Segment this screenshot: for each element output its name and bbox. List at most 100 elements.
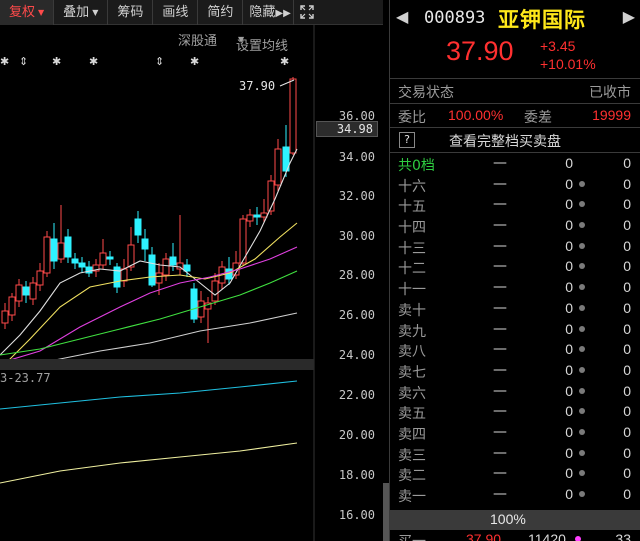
level-price: — [493, 196, 507, 213]
level-label: 十三 [398, 240, 426, 257]
level-price: — [493, 320, 507, 337]
order-book-row[interactable]: 卖九 — 0 0 [390, 319, 640, 340]
yincang-label: 隐藏 [249, 5, 276, 20]
order-book-row[interactable]: 卖七 — 0 0 [390, 360, 640, 381]
last-price: 37.90 [446, 36, 514, 66]
order-book-row[interactable]: 十五 — 0 0 [390, 194, 640, 215]
level-label: 卖三 [398, 447, 426, 464]
candle-body [120, 268, 128, 282]
trade-status-value: 已收市 [589, 85, 631, 101]
stock-code: 000893 [424, 8, 486, 28]
indicator-dot [579, 304, 585, 311]
full-order-book-button[interactable]: ? 查看完整档买卖盘 [390, 128, 640, 152]
level-volume: 0 [565, 465, 573, 482]
info-marker[interactable]: ⇕ [19, 55, 28, 68]
candle-body [106, 256, 114, 260]
level-volume: 0 [565, 341, 573, 358]
level-price: — [493, 279, 507, 296]
order-book-row[interactable]: 十一 — 0 0 [390, 277, 640, 298]
info-marker[interactable]: ✱ [0, 55, 9, 68]
order-book-row[interactable]: 卖一 — 0 0 [390, 484, 640, 505]
level-volume-2: 0 [623, 155, 631, 171]
y-tick-label: 16.00 [338, 508, 375, 522]
indicator-dot [579, 346, 585, 353]
info-marker[interactable]: ✱ [89, 55, 98, 68]
order-book-row[interactable]: 卖四 — 0 0 [390, 422, 640, 443]
level-volume: 0 [565, 361, 573, 378]
level-price: — [493, 444, 507, 461]
order-book-row[interactable]: 十三 — 0 0 [390, 236, 640, 257]
level-label: 卖八 [398, 344, 426, 361]
y-tick-label: 30.00 [338, 229, 375, 243]
weibi-value: 100.00% [448, 107, 504, 123]
level-volume-2: 0 [623, 320, 631, 337]
kline-chart-pane[interactable]: 复权 ▼ 叠加 ▼ 筹码 画线 简约 隐藏▶▶ 深股通 设置均线 ▼ ✱ ⇕ ✱ ✱ … [0, 0, 383, 541]
huaxian-button[interactable]: 画线 [153, 0, 199, 25]
candle-body [57, 242, 65, 260]
candle-body [127, 244, 135, 268]
level-volume-2: 33 [615, 531, 631, 541]
order-book-row[interactable]: 十四 — 0 0 [390, 215, 640, 236]
fuquan-button[interactable]: 复权 ▼ [0, 0, 55, 25]
buy-sell-ratio-bar: 100% [390, 510, 640, 530]
candle-body [43, 236, 51, 274]
order-book-row[interactable]: 卖五 — 0 0 [390, 401, 640, 422]
jianyue-label: 简约 [207, 5, 234, 20]
stock-name[interactable]: 亚钾国际 [498, 4, 586, 34]
right-triangle-icon[interactable]: ▶ [623, 7, 635, 26]
left-triangle-icon[interactable]: ◀ [396, 7, 408, 26]
level-price: — [493, 423, 507, 440]
yincang-button[interactable]: 隐藏▶▶ [243, 0, 294, 25]
divider [390, 78, 640, 79]
level-volume: 0 [565, 217, 573, 234]
level-volume: 0 [565, 382, 573, 399]
candle-body [22, 286, 30, 296]
level-label: 卖二 [398, 468, 426, 485]
order-book-row[interactable]: 卖八 — 0 0 [390, 339, 640, 360]
level-volume-2: 0 [623, 279, 631, 296]
level-price: 37.90 [466, 531, 502, 541]
y-tick-label: 26.00 [338, 308, 375, 322]
order-book-row[interactable]: 卖十 — 0 0 [390, 298, 640, 319]
level-volume: 11420 [528, 531, 566, 541]
buy1-row[interactable]: 买一 37.90 11420 33 [390, 530, 640, 541]
indicator-dot [575, 536, 581, 541]
candle-body [15, 284, 23, 302]
trade-status-row: 交易状态 已收市 [390, 80, 640, 102]
y-tick-label: 22.00 [338, 388, 375, 402]
info-marker[interactable]: ✱ [52, 55, 61, 68]
info-marker-row: ✱ ⇕ ✱ ✱ ⇕ ✱ ✱ [0, 55, 383, 69]
expand-button[interactable] [294, 0, 320, 25]
order-book-summary-row[interactable]: 共0档 — 0 0 [390, 153, 640, 174]
candle-body [1, 310, 9, 324]
candle-body [197, 300, 205, 318]
chouma-button[interactable]: 筹码 [108, 0, 154, 25]
order-book-row[interactable]: 卖二 — 0 0 [390, 463, 640, 484]
level-label: 十五 [398, 199, 426, 216]
order-book-row[interactable]: 卖六 — 0 0 [390, 381, 640, 402]
level-price: — [493, 217, 507, 234]
level-price: — [493, 175, 507, 192]
info-marker[interactable]: ✱ [280, 55, 289, 68]
chevron-down-icon: ▼ [38, 8, 45, 17]
level-price: — [493, 341, 507, 358]
indicator-dot [579, 284, 585, 291]
shengutong-link[interactable]: 深股通 [178, 30, 217, 49]
diejia-label: 叠加 [63, 5, 90, 20]
indicator-dot [579, 222, 585, 229]
level-price: — [493, 361, 507, 378]
candle-body [99, 252, 107, 266]
diejia-button[interactable]: 叠加 ▼ [54, 0, 109, 25]
jianyue-button[interactable]: 简约 [198, 0, 244, 25]
info-marker[interactable]: ⇕ [155, 55, 164, 68]
level-price: — [493, 299, 507, 316]
order-book-row[interactable]: 十六 — 0 0 [390, 174, 640, 195]
level-volume: 0 [565, 423, 573, 440]
order-book-row[interactable]: 十二 — 0 0 [390, 256, 640, 277]
order-book-row[interactable]: 卖三 — 0 0 [390, 443, 640, 464]
kline-chart[interactable] [0, 0, 383, 541]
level-label: 卖六 [398, 385, 426, 402]
chevron-down-icon: ▼ [92, 8, 99, 17]
order-ratio-row: 委比 100.00% 委差 19999 [390, 105, 640, 127]
info-marker[interactable]: ✱ [190, 55, 199, 68]
